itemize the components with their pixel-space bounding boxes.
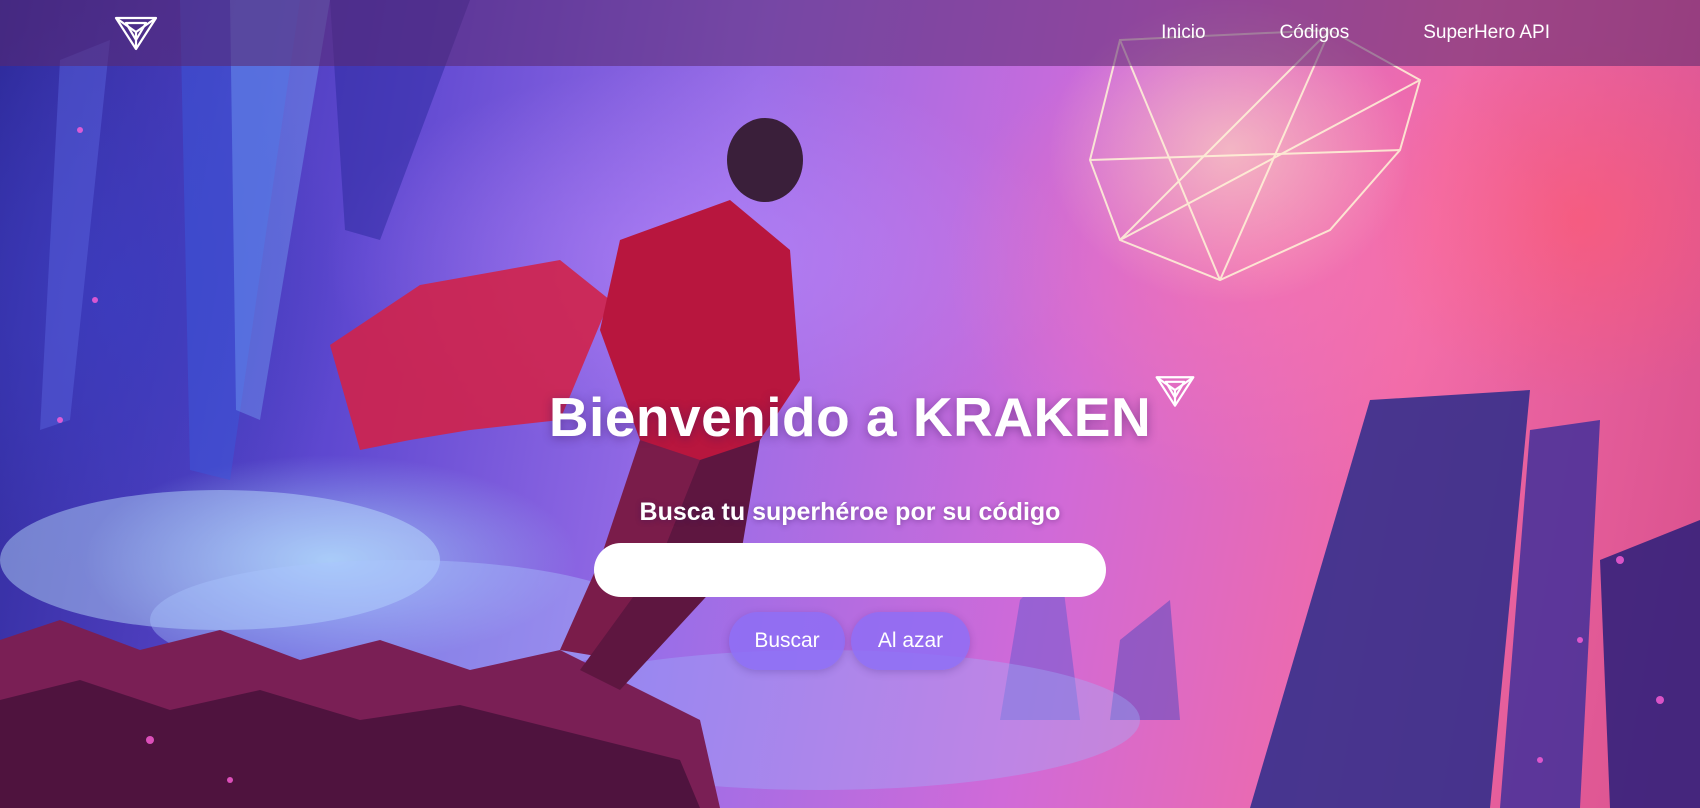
search-button[interactable]: Buscar: [729, 612, 845, 670]
search-subtitle: Busca tu superhéroe por su código: [639, 498, 1061, 526]
nav-link-superhero-api[interactable]: SuperHero API: [1423, 22, 1550, 44]
nav-link-inicio[interactable]: Inicio: [1161, 22, 1205, 44]
geometric-diamond-logo-icon[interactable]: [112, 13, 160, 53]
hero-title-row: Bienvenido a KRAKEN: [0, 376, 1700, 449]
nav-link-codigos[interactable]: Códigos: [1280, 22, 1350, 44]
hero-section: Bienvenido a KRAKEN Busca tu superhéroe …: [0, 0, 1700, 808]
page: Inicio Códigos SuperHero API Bienvenido …: [0, 0, 1700, 808]
geometric-diamond-logo-icon: [1155, 376, 1195, 407]
nav-links: Inicio Códigos SuperHero API: [1161, 0, 1550, 66]
page-title-text: Bienvenido a KRAKEN: [548, 386, 1152, 448]
top-navbar: Inicio Códigos SuperHero API: [0, 0, 1700, 66]
page-title: Bienvenido a KRAKEN: [548, 376, 1195, 449]
random-button[interactable]: Al azar: [851, 612, 970, 670]
hero-code-search-input[interactable]: [594, 543, 1106, 597]
